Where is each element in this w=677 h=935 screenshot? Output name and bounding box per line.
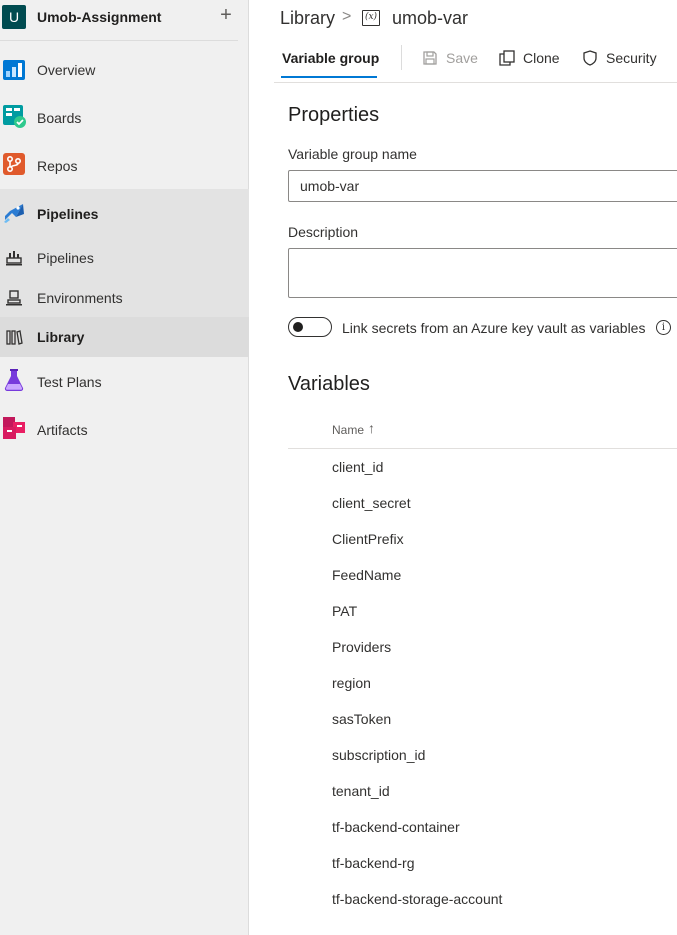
breadcrumb-library[interactable]: Library: [280, 8, 335, 29]
sidebar-item-label: Environments: [37, 290, 123, 306]
chevron-right-icon: >: [342, 8, 352, 25]
table-row[interactable]: tenant_id: [288, 773, 677, 809]
variable-name: FeedName: [332, 567, 402, 583]
table-row[interactable]: sasToken: [288, 701, 677, 737]
variable-name: ClientPrefix: [332, 531, 404, 547]
variable-name: sasToken: [332, 711, 392, 727]
sidebar-item-environments[interactable]: Environments: [0, 278, 249, 318]
plus-icon[interactable]: +: [216, 3, 236, 27]
toggle-knob: [293, 322, 303, 332]
sidebar-item-artifacts[interactable]: Artifacts: [0, 410, 249, 450]
sidebar-item-overview[interactable]: Overview: [0, 50, 249, 90]
sidebar-item-library[interactable]: Library: [0, 317, 249, 357]
sidebar-item-repos[interactable]: Repos: [0, 146, 249, 186]
sidebar: U Umob-Assignment + Overview Boards Repo…: [0, 0, 249, 935]
table-row[interactable]: client_id: [288, 449, 677, 485]
table-row[interactable]: tf-backend-storage-account: [288, 881, 677, 917]
clone-button[interactable]: Clone: [523, 50, 560, 66]
tab-underline: [281, 76, 377, 78]
variables-title: Variables: [288, 373, 370, 395]
variable-group-name-input[interactable]: umob-var: [288, 170, 677, 202]
variable-name: PAT: [332, 603, 358, 619]
table-row[interactable]: Providers: [288, 629, 677, 665]
variable-name: Providers: [332, 639, 392, 655]
sidebar-item-test-plans[interactable]: Test Plans: [0, 362, 249, 402]
project-name[interactable]: Umob-Assignment: [37, 9, 161, 25]
sidebar-item-pipelines[interactable]: Pipelines: [0, 194, 249, 234]
variable-name: client_id: [332, 459, 384, 475]
toolbar: Variable group Save Clone Security: [250, 40, 677, 80]
table-row[interactable]: subscription_id: [288, 737, 677, 773]
table-row[interactable]: tf-backend-container: [288, 809, 677, 845]
pipelines-icon: [4, 204, 24, 223]
variable-group-name-label: Variable group name: [288, 146, 417, 162]
sidebar-item-pipelines-sub[interactable]: Pipelines: [0, 238, 249, 278]
table-row[interactable]: FeedName: [288, 557, 677, 593]
project-header[interactable]: U Umob-Assignment +: [0, 0, 249, 40]
repos-icon: [3, 153, 25, 175]
variable-name: subscription_id: [332, 747, 426, 763]
column-header-name[interactable]: Name: [332, 423, 364, 437]
variable-name: tenant_id: [332, 783, 390, 799]
boards-icon: [3, 105, 26, 128]
variable-name: region: [332, 675, 371, 691]
shield-icon: [583, 50, 597, 66]
info-icon[interactable]: i: [656, 320, 671, 335]
sidebar-item-label: Repos: [37, 158, 78, 174]
variable-group-icon: (x): [362, 10, 380, 26]
description-label: Description: [288, 224, 359, 240]
environments-icon: [6, 290, 22, 306]
variable-name: tf-backend-rg: [332, 855, 415, 871]
project-avatar: U: [2, 5, 26, 29]
test-plans-icon: [4, 369, 24, 391]
sort-ascending-icon: ↑: [368, 420, 375, 436]
variable-name: tf-backend-container: [332, 819, 460, 835]
sidebar-item-label: Library: [37, 329, 85, 345]
variable-name: tf-backend-storage-account: [332, 891, 503, 907]
pipelines-sub-icon: [6, 251, 22, 266]
table-row[interactable]: region: [288, 665, 677, 701]
properties-title: Properties: [288, 104, 380, 126]
toolbar-divider: [401, 45, 402, 70]
sidebar-item-label: Pipelines: [37, 250, 94, 266]
save-icon: [423, 51, 437, 65]
sidebar-item-label: Boards: [37, 110, 82, 126]
breadcrumb-current: umob-var: [392, 8, 469, 28]
clone-icon: [499, 50, 515, 66]
sidebar-item-label: Pipelines: [37, 206, 99, 222]
sidebar-item-label: Artifacts: [37, 422, 88, 438]
variable-name: client_secret: [332, 495, 411, 511]
sidebar-item-label: Test Plans: [37, 374, 102, 390]
security-button[interactable]: Security: [606, 50, 657, 66]
divider: [0, 40, 238, 41]
artifacts-icon: [3, 417, 25, 439]
table-row[interactable]: tf-backend-rg: [288, 845, 677, 881]
sidebar-item-label: Overview: [37, 62, 96, 78]
table-row[interactable]: PAT: [288, 593, 677, 629]
key-vault-toggle-label: Link secrets from an Azure key vault as …: [342, 320, 646, 336]
divider: [274, 82, 677, 83]
tab-variable-group[interactable]: Variable group: [282, 50, 379, 66]
save-button[interactable]: Save: [446, 50, 478, 66]
key-vault-toggle[interactable]: [288, 317, 332, 337]
library-icon: [6, 330, 23, 345]
table-row[interactable]: client_secret: [288, 485, 677, 521]
main-content: Library > (x) umob-var Variable group Sa…: [250, 0, 677, 935]
sidebar-item-boards[interactable]: Boards: [0, 98, 249, 138]
overview-icon: [3, 60, 25, 80]
table-row[interactable]: ClientPrefix: [288, 521, 677, 557]
description-input[interactable]: [288, 248, 677, 298]
